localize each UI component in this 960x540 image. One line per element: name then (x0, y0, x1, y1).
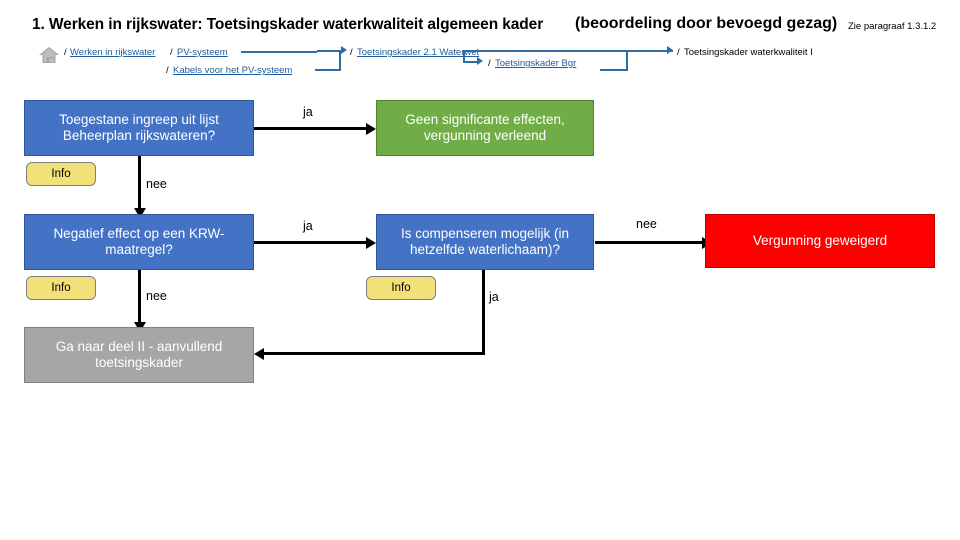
breadcrumb-sep-4: / (350, 47, 353, 58)
decision-node-negatief-effect-krw[interactable]: Negatief effect op een KRW-maatregel? (24, 214, 254, 270)
breadcrumb-current-toetsingskader-waterkwaliteit-i: Toetsingskader waterkwaliteit I (684, 47, 813, 58)
page-title: 1. Werken in rijkswater: Toetsingskader … (32, 16, 544, 33)
breadcrumb-connector-line (626, 50, 628, 70)
breadcrumb-link-kabels-voor-het-pv-systeem[interactable]: Kabels voor het PV-systeem (173, 65, 292, 76)
breadcrumb-link-pv-systeem[interactable]: PV-systeem (177, 47, 228, 58)
breadcrumb-sep-2: / (170, 47, 173, 58)
breadcrumb-connector-line (339, 59, 341, 70)
edge-label-q1-no: nee (146, 177, 167, 191)
edge-q2-to-r3 (138, 270, 141, 328)
arrow-right-icon (366, 122, 376, 135)
info-button-q3[interactable]: Info (366, 276, 436, 300)
edge-q3-to-r3-horizontal (263, 352, 485, 355)
breadcrumb-arrow-icon (667, 46, 673, 54)
edge-q1-to-r1 (254, 127, 368, 130)
breadcrumb-sep-6: / (677, 47, 680, 58)
paragraph-reference-note: Zie paragraaf 1.3.1.2 (848, 21, 937, 32)
breadcrumb-connector-line (317, 50, 341, 52)
arrow-right-icon (366, 236, 376, 249)
breadcrumb-arrow-icon (341, 46, 347, 54)
result-node-vergunning-geweigerd[interactable]: Vergunning geweigerd (705, 214, 935, 268)
result-node-geen-significante-effecten[interactable]: Geen significante effecten, vergunning v… (376, 100, 594, 156)
breadcrumb-connector-line (600, 69, 628, 71)
edge-label-q3-no: nee (636, 217, 657, 231)
edge-label-q2-no: nee (146, 289, 167, 303)
breadcrumb-sep-3: / (166, 65, 169, 76)
breadcrumb-sep-1: / (64, 47, 67, 58)
edge-label-q1-yes: ja (303, 105, 313, 119)
breadcrumb-connector-line (463, 50, 673, 52)
edge-q3-to-r3-vertical (482, 270, 485, 355)
arrow-left-icon (254, 347, 264, 360)
breadcrumb-arrow-icon (477, 57, 483, 65)
edge-label-q3-yes: ja (489, 290, 499, 304)
breadcrumb-link-werken-in-rijkswater[interactable]: Werken in rijkswater (70, 47, 155, 58)
edge-q1-to-q2 (138, 156, 141, 214)
edge-q2-to-q3 (254, 241, 368, 244)
result-node-ga-naar-deel-ii[interactable]: Ga naar deel II - aanvullend toetsingska… (24, 327, 254, 383)
breadcrumb-connector-line (241, 51, 317, 53)
decision-node-is-compenseren-mogelijk[interactable]: Is compenseren mogelijk (in hetzelfde wa… (376, 214, 594, 270)
breadcrumb: / Werken in rijkswater / PV-systeem / Ka… (0, 44, 960, 88)
page-title-suffix: (beoordeling door bevoegd gezag) (575, 15, 838, 32)
edge-label-q2-yes: ja (303, 219, 313, 233)
breadcrumb-connector-line (315, 69, 341, 71)
title-bar: 1. Werken in rijkswater: Toetsingskader … (0, 14, 960, 42)
decision-node-toegestane-ingreep[interactable]: Toegestane ingreep uit lijst Beheerplan … (24, 100, 254, 156)
info-button-q1[interactable]: Info (26, 162, 96, 186)
breadcrumb-link-toetsingskader-21-waterwet[interactable]: Toetsingskader 2.1 Waterwet (357, 47, 479, 58)
breadcrumb-link-toetsingskader-bgr[interactable]: Toetsingskader Bgr (495, 58, 576, 69)
edge-q3-to-r2 (595, 241, 704, 244)
info-button-q2[interactable]: Info (26, 276, 96, 300)
breadcrumb-sep-5: / (488, 58, 491, 69)
home-icon[interactable] (38, 46, 60, 64)
